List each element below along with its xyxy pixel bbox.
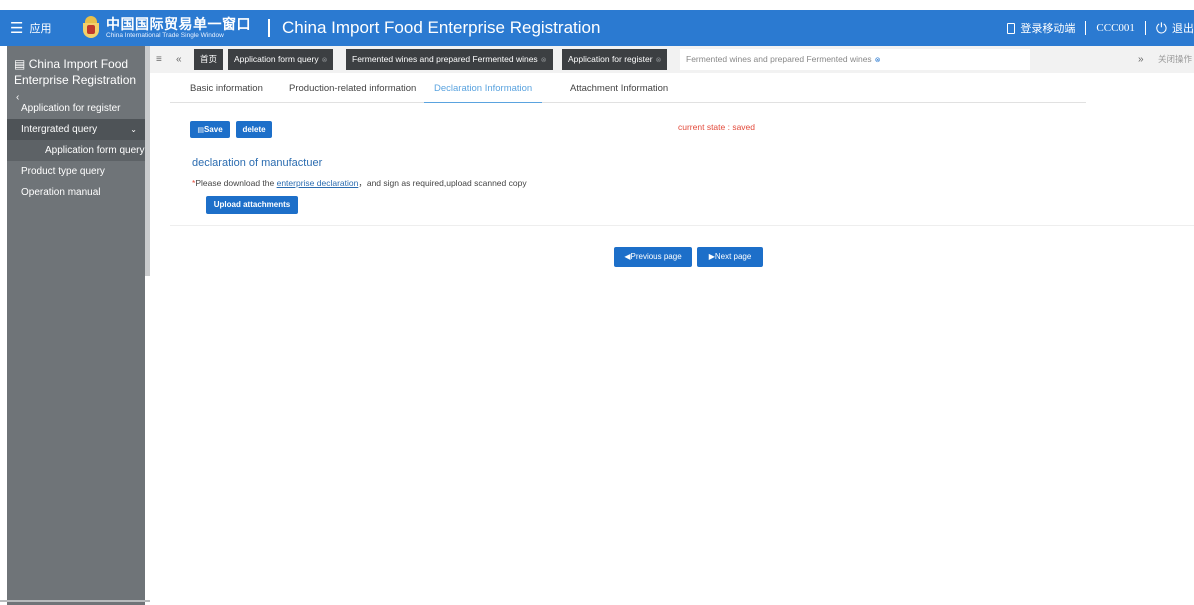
notice-text-before: Please download the bbox=[195, 178, 277, 188]
upload-attachments-button[interactable]: Upload attachments bbox=[206, 196, 298, 214]
close-tab-icon[interactable]: ⊗ bbox=[322, 57, 328, 64]
sidebar-scrollbar-horizontal[interactable] bbox=[0, 600, 150, 602]
tab-fermented-wines-active[interactable]: Fermented wines and prepared Fermented w… bbox=[680, 49, 1030, 70]
mobile-login-link[interactable]: 登录移动端 bbox=[1007, 20, 1075, 36]
tab-fermented-wines-1[interactable]: Fermented wines and prepared Fermented w… bbox=[346, 49, 553, 70]
user-name: CCC001 bbox=[1096, 22, 1135, 34]
sidebar-item-application-form-query[interactable]: Application form query bbox=[7, 140, 145, 161]
mobile-phone-icon bbox=[1007, 22, 1016, 34]
next-page-button[interactable]: ▶Next page bbox=[697, 247, 763, 267]
top-header: ☰ 应用 中国国际贸易单一窗口 China International Trad… bbox=[0, 10, 1194, 46]
previous-page-label: Previous page bbox=[630, 252, 682, 261]
close-tab-icon[interactable]: ⊗ bbox=[656, 57, 662, 64]
scroll-tabs-right-icon[interactable]: » bbox=[1138, 46, 1144, 73]
tab-label: Application form query bbox=[234, 54, 319, 64]
sidebar: ▤ China Import Food Enterprise Registrat… bbox=[7, 46, 145, 605]
customs-emblem-icon bbox=[82, 16, 100, 40]
previous-page-button[interactable]: ◀Previous page bbox=[614, 247, 692, 267]
delete-button[interactable]: delete bbox=[236, 121, 272, 138]
sidebar-title-label: China Import Food Enterprise Registratio… bbox=[14, 57, 137, 87]
list-icon: ▤ bbox=[14, 57, 26, 71]
form-section-tabs: Basic information Production-related inf… bbox=[170, 76, 1086, 103]
logout-button[interactable]: ⏻ 退出 bbox=[1156, 20, 1194, 36]
tab-basic-information[interactable]: Basic information bbox=[190, 76, 263, 102]
tab-label: 首页 bbox=[200, 54, 218, 64]
header-separator bbox=[1085, 21, 1087, 35]
sidebar-item-label: Intergrated query bbox=[21, 124, 98, 135]
sidebar-item-integrated-query[interactable]: Intergrated query ⌄ bbox=[7, 119, 145, 140]
save-button[interactable]: ▤Save bbox=[190, 121, 230, 138]
header-separator bbox=[1144, 21, 1146, 35]
user-account[interactable]: CCC001 bbox=[1096, 22, 1135, 34]
sidebar-item-label: Product type query bbox=[21, 166, 105, 177]
page-tab-bar: ≡ « 首页 Application form query ⊗ Fermented… bbox=[150, 46, 1194, 73]
sidebar-scrollbar[interactable] bbox=[145, 46, 150, 276]
tab-declaration-information[interactable]: Declaration Information bbox=[424, 76, 543, 103]
chevron-down-icon: ⌄ bbox=[130, 125, 137, 134]
app-menu-button[interactable]: ☰ 应用 bbox=[10, 10, 51, 46]
tab-label: Fermented wines and prepared Fermented w… bbox=[352, 54, 538, 64]
sidebar-item-label: Operation manual bbox=[21, 187, 101, 198]
notice-text-after: ，and sign as required,upload scanned cop… bbox=[358, 178, 527, 188]
close-tab-icon[interactable]: ⊗ bbox=[875, 57, 881, 64]
site-logo[interactable]: 中国国际贸易单一窗口 China International Trade Sin… bbox=[82, 14, 251, 42]
tab-label: Application for register bbox=[568, 54, 653, 64]
app-title: China Import Food Enterprise Registratio… bbox=[282, 18, 601, 37]
app-menu-label: 应用 bbox=[29, 23, 52, 35]
tab-application-for-register[interactable]: Application for register ⊗ bbox=[562, 49, 668, 70]
toggle-sidebar-icon[interactable]: ≡ bbox=[156, 46, 162, 73]
logo-title-en: China International Trade Single Window bbox=[106, 31, 224, 39]
tab-label: Fermented wines and prepared Fermented w… bbox=[686, 54, 872, 64]
enterprise-declaration-link[interactable]: enterprise declaration bbox=[277, 178, 359, 188]
sidebar-item-operation-manual[interactable]: Operation manual bbox=[7, 182, 145, 203]
next-page-label: Next page bbox=[714, 252, 752, 261]
section-title-declaration: declaration of manufactuer bbox=[192, 157, 323, 169]
mobile-login-label: 登录移动端 bbox=[1020, 23, 1076, 35]
close-tab-icon[interactable]: ⊗ bbox=[541, 57, 547, 64]
scroll-tabs-left-icon[interactable]: « bbox=[176, 46, 182, 73]
sidebar-item-label: Application form query bbox=[45, 145, 145, 156]
save-icon: ▤ bbox=[197, 127, 204, 134]
sidebar-item-label: Application for register bbox=[21, 103, 121, 114]
declaration-notice: *Please download the enterprise declarat… bbox=[192, 177, 527, 189]
sidebar-nav: Application for register Intergrated que… bbox=[7, 98, 145, 203]
close-operations-menu[interactable]: 关闭操作 bbox=[1158, 46, 1194, 73]
current-state-label: current state : saved bbox=[678, 122, 756, 132]
tab-attachment-information[interactable]: Attachment Information bbox=[570, 76, 668, 102]
content-divider bbox=[170, 225, 1194, 226]
sidebar-item-application-register[interactable]: Application for register bbox=[7, 98, 145, 119]
tab-application-form-query[interactable]: Application form query ⊗ bbox=[228, 49, 334, 70]
header-divider bbox=[268, 19, 270, 37]
logout-label: 退出 bbox=[1172, 23, 1194, 35]
hamburger-icon: ☰ bbox=[10, 19, 24, 37]
sidebar-item-product-type-query[interactable]: Product type query bbox=[7, 161, 145, 182]
power-icon: ⏻ bbox=[1155, 20, 1167, 36]
tab-home[interactable]: 首页 bbox=[194, 49, 224, 70]
logo-title-cn: 中国国际贸易单一窗口 bbox=[106, 15, 251, 32]
tab-production-related-information[interactable]: Production-related information bbox=[289, 76, 416, 102]
save-button-label: Save bbox=[203, 125, 223, 134]
